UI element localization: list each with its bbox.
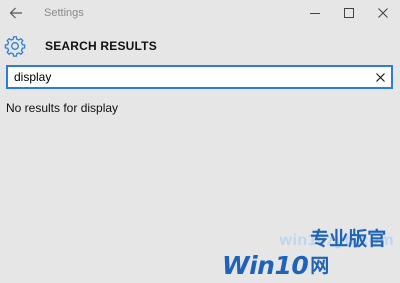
maximize-button[interactable] xyxy=(332,0,366,26)
page-title: SEARCH RESULTS xyxy=(45,39,157,53)
watermark-brand: Win10 xyxy=(222,251,309,280)
watermark-logo: Win10 专业版官网 xyxy=(222,228,400,280)
page-header: SEARCH RESULTS xyxy=(0,34,400,58)
close-icon xyxy=(378,8,388,18)
close-window-button[interactable] xyxy=(366,0,400,26)
title-bar: Settings xyxy=(0,0,400,26)
minimize-icon xyxy=(310,13,320,14)
watermark-brand-cn: 专业版官网 xyxy=(310,228,387,277)
search-input[interactable] xyxy=(8,68,369,86)
maximize-icon xyxy=(344,8,354,18)
clear-icon xyxy=(375,72,385,82)
minimize-button[interactable] xyxy=(298,0,332,26)
window-controls xyxy=(298,0,400,26)
clear-search-button[interactable] xyxy=(369,67,391,87)
search-box[interactable] xyxy=(6,65,393,89)
gear-icon xyxy=(4,35,26,57)
back-button[interactable] xyxy=(0,0,32,26)
window-title: Settings xyxy=(44,7,84,19)
no-results-message: No results for display xyxy=(6,101,119,115)
back-arrow-icon xyxy=(9,7,22,19)
